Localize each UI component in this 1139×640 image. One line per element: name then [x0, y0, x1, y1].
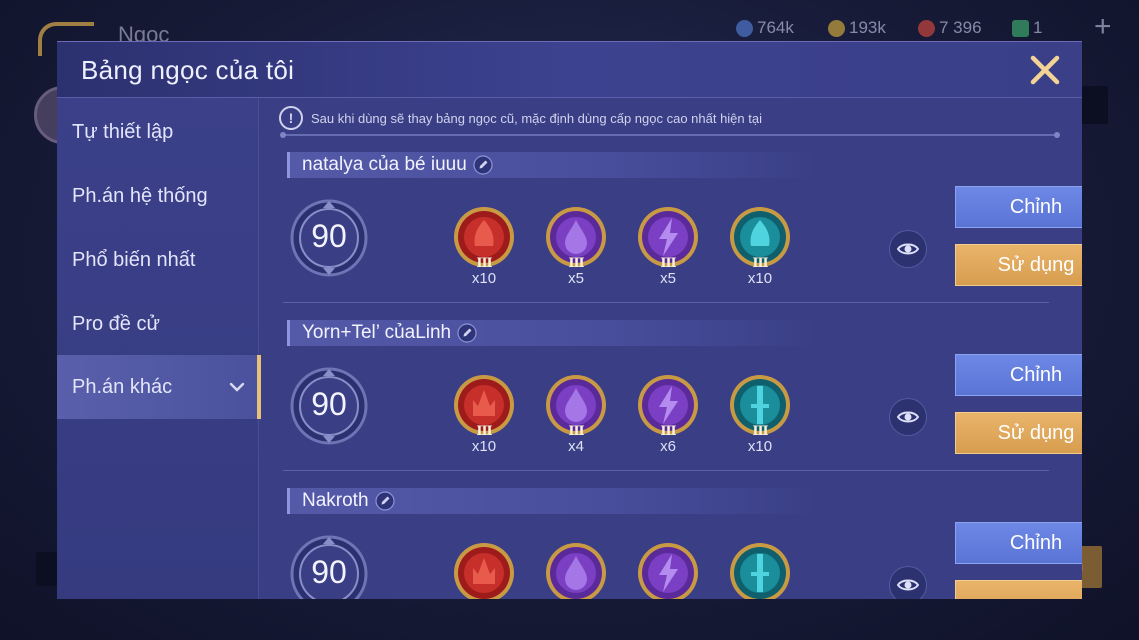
eye-icon — [896, 579, 920, 591]
gem-tier: III — [660, 256, 676, 271]
set-header: Nakroth — [287, 488, 817, 514]
info-icon: ! — [279, 106, 303, 130]
set-header: Yorn+Tel’ củaLinh — [287, 320, 817, 346]
divider — [283, 302, 1049, 303]
level-value: 90 — [311, 386, 347, 422]
use-button[interactable] — [955, 580, 1082, 599]
set-header: natalya của bé iuuu — [287, 152, 817, 178]
gem-tier: III — [568, 256, 584, 271]
gem-slot-red[interactable] — [453, 542, 515, 599]
rune-set-card: Nakroth 90 Chỉnh — [259, 488, 1082, 599]
gem-count: x10 — [747, 270, 773, 287]
sidebar-item-system[interactable]: Ph.án hệ thống — [57, 164, 259, 228]
sidebar-item-label: Phổ biến nhất — [72, 249, 196, 271]
sidebar-item-label: Pro đề cử — [72, 313, 160, 335]
green-ticket-icon — [1012, 19, 1029, 37]
rune-page-modal: Bảng ngọc của tôi Tự thiết lập Ph.án hệ … — [57, 41, 1082, 599]
sidebar-item-label: Ph.án khác — [72, 376, 173, 398]
gem-count: x5 — [660, 270, 676, 287]
gem-tier: III — [476, 256, 492, 271]
sidebar-item-custom[interactable]: Tự thiết lập — [57, 100, 259, 164]
currency-gold: 193k — [828, 18, 886, 38]
sidebar-item-other[interactable]: Ph.án khác — [57, 355, 261, 419]
currency-value: 764k — [757, 18, 794, 37]
purple-bolt-gem-icon — [638, 543, 698, 599]
gem-count: x10 — [747, 438, 773, 455]
gold-coin-icon — [828, 19, 845, 37]
edit-button[interactable]: Chỉnh — [955, 522, 1082, 564]
gem-count: x5 — [568, 270, 584, 287]
divider — [280, 132, 1060, 138]
edit-button[interactable]: Chỉnh — [955, 186, 1082, 228]
set-name: Yorn+Tel’ củaLinh — [302, 322, 452, 343]
gem-count: x10 — [471, 438, 497, 455]
currency-voucher: 7 396 — [918, 18, 982, 38]
red-crown-gem-icon — [454, 543, 514, 599]
add-currency-button[interactable]: + — [1094, 12, 1112, 42]
gem-count: x10 — [471, 270, 497, 287]
gem-tier: III — [752, 256, 768, 271]
gem-slot-purple[interactable] — [545, 542, 607, 599]
gem-count: x4 — [568, 438, 584, 455]
purple-drop-gem-icon — [546, 543, 606, 599]
gem-slot-teal[interactable] — [729, 542, 791, 599]
gem-tier: III — [476, 424, 492, 439]
gem-tier: III — [568, 424, 584, 439]
level-value: 90 — [311, 554, 347, 590]
use-button[interactable]: Sử dụng — [955, 412, 1082, 454]
chevron-down-icon — [229, 382, 245, 392]
notice-text: Sau khi dùng sẽ thay bảng ngọc cũ, mặc đ… — [311, 110, 762, 126]
use-button[interactable]: Sử dụng — [955, 244, 1082, 286]
currency-value: 7 396 — [939, 18, 982, 37]
sidebar-item-pro[interactable]: Pro đề cử — [57, 292, 259, 356]
diamond-icon — [736, 19, 753, 37]
rune-set-card: natalya của bé iuuu 90 III x10 III x5 II… — [259, 152, 1082, 320]
background-panel — [1082, 86, 1108, 124]
divider — [283, 470, 1049, 471]
gem-tier: III — [660, 424, 676, 439]
notice: ! Sau khi dùng sẽ thay bảng ngọc cũ, mặc… — [279, 106, 762, 130]
close-button[interactable] — [1027, 52, 1063, 88]
sidebar: Tự thiết lập Ph.án hệ thống Phổ biến nhấ… — [57, 98, 261, 599]
pencil-icon[interactable] — [473, 155, 493, 175]
rune-sets-content[interactable]: ! Sau khi dùng sẽ thay bảng ngọc cũ, mặc… — [259, 98, 1082, 599]
red-voucher-icon — [918, 19, 935, 37]
pencil-icon[interactable] — [374, 491, 395, 511]
preview-button[interactable] — [889, 398, 927, 436]
gem-slot-purple[interactable] — [637, 542, 699, 599]
teal-sword-gem-icon — [730, 543, 790, 599]
preview-button[interactable] — [889, 230, 927, 268]
modal-header: Bảng ngọc của tôi — [57, 42, 1082, 98]
level-value: 90 — [311, 218, 347, 254]
edit-button[interactable]: Chỉnh — [955, 354, 1082, 396]
gem-count: x6 — [660, 438, 676, 455]
eye-icon — [896, 243, 920, 255]
set-name: Nakroth — [302, 490, 369, 511]
set-name: natalya của bé iuuu — [302, 154, 467, 175]
currency-ticket: 1 — [1012, 18, 1042, 38]
sidebar-item-label: Tự thiết lập — [72, 121, 174, 143]
rune-set-card: Yorn+Tel’ củaLinh 90 III x10 III x4 III … — [259, 320, 1082, 488]
eye-icon — [896, 411, 920, 423]
pencil-icon[interactable] — [457, 323, 477, 343]
close-icon — [1030, 55, 1060, 85]
sidebar-item-label: Ph.án hệ thống — [72, 185, 208, 207]
modal-title: Bảng ngọc của tôi — [81, 55, 295, 85]
sidebar-item-popular[interactable]: Phổ biến nhất — [57, 228, 259, 292]
currency-diamond: 764k — [736, 18, 794, 38]
currency-value: 1 — [1033, 18, 1043, 37]
gem-tier: III — [752, 424, 768, 439]
currency-value: 193k — [849, 18, 886, 37]
preview-button[interactable] — [889, 566, 927, 599]
